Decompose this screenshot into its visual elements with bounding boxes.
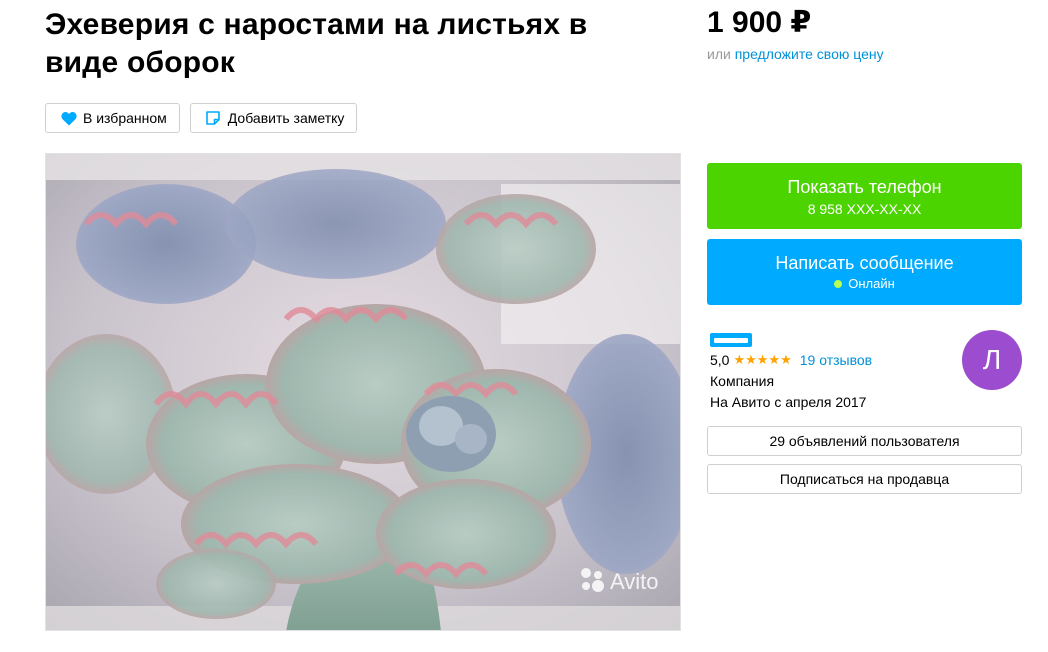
online-dot-icon <box>834 279 843 288</box>
phone-masked: 8 958 XXX-XX-XX <box>807 201 922 217</box>
offer-price-link[interactable]: предложите свою цену <box>735 46 884 62</box>
subscribe-seller-button[interactable]: Подписаться на продавца <box>707 464 1022 494</box>
seller-avatar[interactable]: Л <box>962 330 1022 390</box>
seller-badge-icon <box>710 333 752 347</box>
note-icon <box>205 110 222 127</box>
show-phone-button[interactable]: Показать телефон 8 958 XXX-XX-XX <box>707 163 1022 229</box>
seller-rating: 5,0 ★★★★★ 19 отзывов <box>710 352 872 368</box>
favorite-label: В избранном <box>83 110 167 126</box>
reviews-link[interactable]: 19 отзывов <box>800 352 872 368</box>
listing-actions: В избранном Добавить заметку <box>45 103 358 133</box>
online-label: Онлайн <box>848 276 895 291</box>
show-phone-label: Показать телефон <box>787 177 942 197</box>
price-offer-prefix: или <box>707 46 735 62</box>
favorite-button[interactable]: В избранном <box>45 103 180 133</box>
seller-type: Компания <box>710 373 775 389</box>
rating-value: 5,0 <box>710 352 730 368</box>
write-message-label: Написать сообщение <box>775 253 954 273</box>
rating-stars-icon: ★★★★★ <box>733 352 792 367</box>
price-offer: или предложите свою цену <box>707 46 884 62</box>
online-status: Онлайн <box>707 276 1022 291</box>
svg-text:Avito: Avito <box>610 569 659 594</box>
price: 1 900 ₽ <box>707 6 812 39</box>
write-message-button[interactable]: Написать сообщение Онлайн <box>707 239 1022 305</box>
heart-icon <box>60 110 77 127</box>
listing-title: Эхеверия с наростами на листьях в виде о… <box>45 8 588 79</box>
listing-photo[interactable]: Avito <box>45 153 681 631</box>
add-note-button[interactable]: Добавить заметку <box>189 103 358 133</box>
seller-ads-button[interactable]: 29 объявлений пользователя <box>707 426 1022 456</box>
add-note-label: Добавить заметку <box>227 110 345 126</box>
seller-since: На Авито с апреля 2017 <box>710 394 867 410</box>
